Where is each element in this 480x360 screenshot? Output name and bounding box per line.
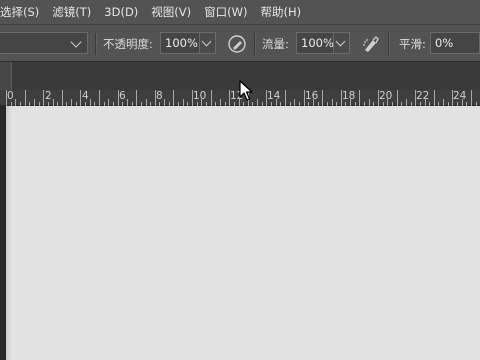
ruler-label: 24 — [453, 90, 467, 102]
ruler-label: 14 — [267, 90, 281, 102]
opacity-dropdown[interactable] — [200, 32, 216, 54]
canvas-shadow — [6, 106, 12, 360]
pen-pressure-icon[interactable] — [227, 34, 247, 54]
ruler-label: 18 — [342, 90, 356, 102]
ruler-label: 2 — [45, 90, 52, 102]
airbrush-icon[interactable] — [361, 34, 381, 54]
menu-select[interactable]: 选择(S) — [0, 4, 45, 20]
ruler-label: 16 — [305, 90, 319, 102]
separator — [95, 33, 96, 55]
ruler-label: 22 — [416, 90, 430, 102]
ruler-label: 4 — [82, 90, 89, 102]
menu-bar: 选择(S) 滤镜(T) 3D(D) 视图(V) 窗口(W) 帮助(H) — [0, 0, 480, 24]
menu-help[interactable]: 帮助(H) — [253, 4, 307, 20]
chevron-down-icon — [70, 36, 82, 48]
mouse-pointer-icon — [239, 80, 253, 101]
ruler-label: 0 — [7, 90, 14, 102]
flow-dropdown[interactable] — [334, 32, 350, 54]
menu-filter[interactable]: 滤镜(T) — [45, 4, 97, 20]
flow-field[interactable]: 100% — [296, 32, 334, 54]
document-canvas[interactable] — [6, 106, 480, 360]
mode-dropdown[interactable] — [0, 32, 88, 54]
ruler-label: 6 — [119, 90, 126, 102]
tool-options-bar: 不透明度: 100% 流量: 100% 平滑: 0% — [0, 24, 480, 62]
menu-3d[interactable]: 3D(D) — [97, 5, 144, 19]
smoothing-label: 平滑: — [399, 37, 426, 51]
separator — [254, 33, 255, 55]
menu-window[interactable]: 窗口(W) — [197, 4, 253, 20]
chevron-down-icon — [201, 36, 212, 47]
separator — [388, 33, 389, 55]
menu-view[interactable]: 视图(V) — [144, 4, 197, 20]
ruler-label: 8 — [156, 90, 163, 102]
opacity-label: 不透明度: — [103, 37, 153, 51]
ruler-label: 20 — [379, 90, 393, 102]
smoothing-field[interactable]: 0% — [430, 32, 480, 54]
opacity-field[interactable]: 100% — [160, 32, 200, 54]
document-tab[interactable] — [0, 62, 12, 90]
flow-label: 流量: — [262, 37, 289, 51]
ruler-label: 10 — [193, 90, 207, 102]
chevron-down-icon — [335, 36, 346, 47]
